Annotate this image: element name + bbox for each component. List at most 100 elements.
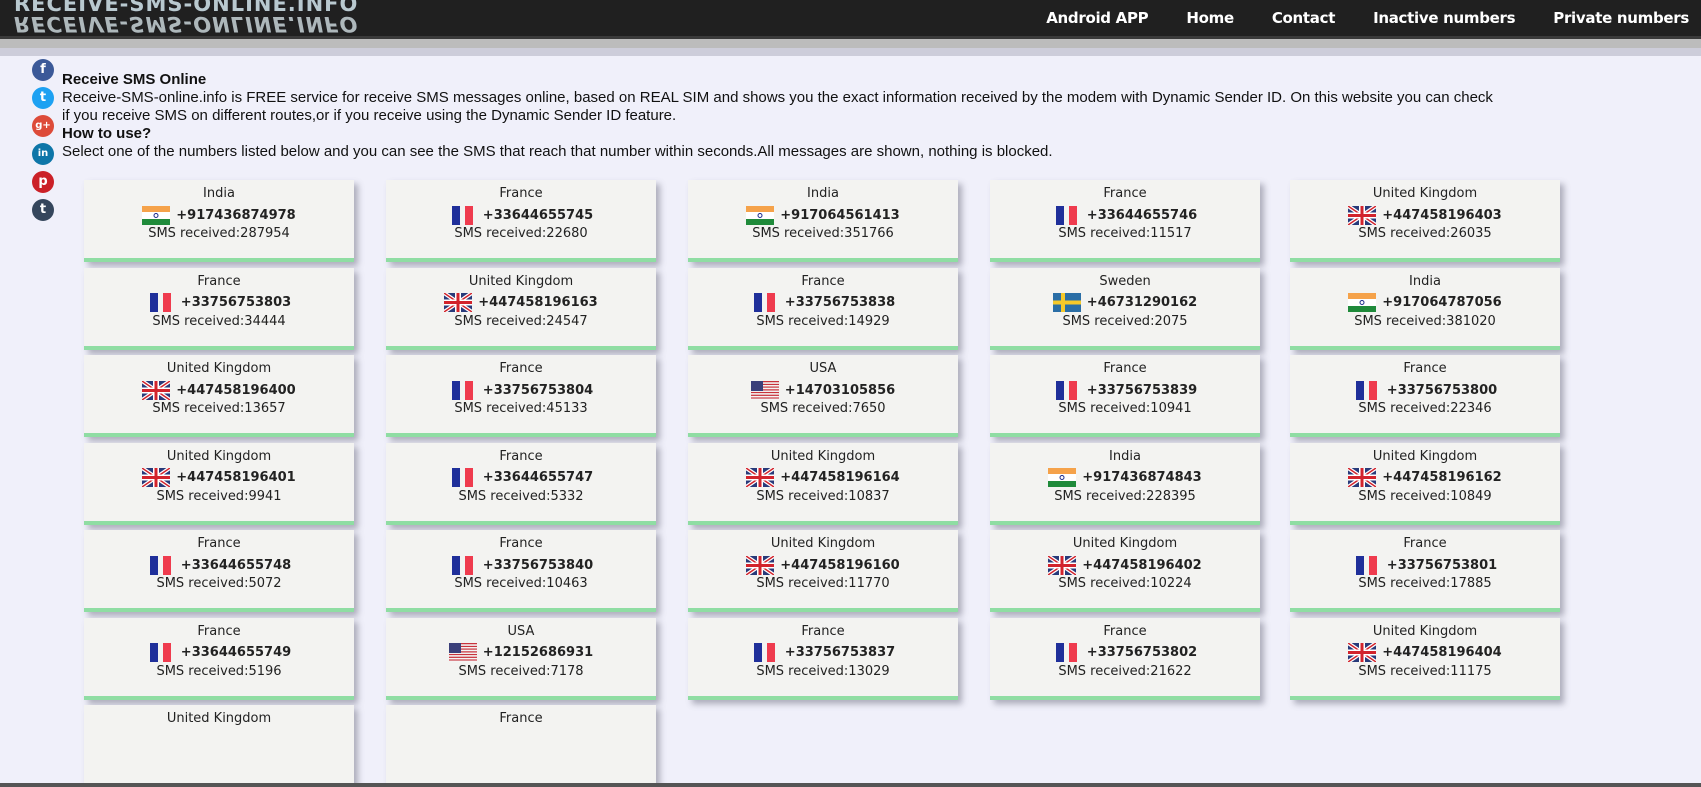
google-plus-icon[interactable]: g+ [32,115,54,137]
phone-number[interactable]: +917436874978 [176,208,295,223]
nav-contact[interactable]: Contact [1272,9,1336,27]
phone-number[interactable]: +33756753802 [1087,645,1197,660]
number-card[interactable]: USA +14703105856 SMS received:7650 [688,355,958,437]
sms-received-count: SMS received:10941 [1058,401,1192,416]
phone-number[interactable]: +33644655746 [1087,208,1197,223]
number-card[interactable]: France +33756753837 SMS received:13029 [688,617,958,700]
phone-number-row: +33644655749 [84,642,354,664]
sms-received-count: SMS received:5196 [156,663,282,679]
phone-number[interactable]: +33756753837 [785,645,895,660]
number-card[interactable]: France +33756753804 SMS received:45133 [386,355,656,437]
phone-number[interactable]: +46731290162 [1087,295,1197,310]
number-card[interactable]: France +33756753839 SMS received:10941 [990,355,1260,437]
number-card[interactable]: United Kingdom [84,705,354,787]
phone-number[interactable]: +447458196404 [1382,645,1501,660]
france-flag-icon [451,205,473,225]
usa-flag-icon [448,643,477,662]
phone-number[interactable]: +447458196403 [1382,208,1501,223]
nav-private-numbers[interactable]: Private numbers [1553,9,1689,27]
number-card[interactable]: Sweden +46731290162 SMS received:2075 [990,267,1260,350]
phone-number[interactable]: +33644655747 [483,470,593,485]
sms-received-count: SMS received:11517 [1058,226,1192,241]
phone-number[interactable]: +33756753840 [483,558,593,573]
number-card[interactable]: United Kingdom +447458196401 SMS received:… [84,442,354,525]
phone-number[interactable]: +917064787056 [1382,295,1501,310]
country-name: France [197,536,241,551]
phone-number[interactable]: +447458196162 [1382,470,1501,485]
number-card[interactable]: France +33644655745 SMS received:22680 [386,180,656,262]
phone-number[interactable]: +33756753804 [483,383,593,398]
nav-android-app[interactable]: Android APP [1046,9,1148,27]
phone-number[interactable]: +14703105856 [785,383,895,398]
phone-number[interactable]: +12152686931 [483,645,593,660]
phone-number-row: +447458196402 [990,554,1260,576]
nav-home[interactable]: Home [1186,9,1234,27]
sms-received-count: SMS received:10463 [454,576,588,591]
number-card[interactable]: France +33756753801 SMS received:17885 [1290,530,1560,612]
phone-number-row: +46731290162 [990,292,1260,314]
site-logo[interactable]: RECEIVE-SMS-ONLINE.INFO RECEIVE-SMS-ONLI… [14,0,358,36]
phone-number[interactable]: +447458196163 [478,295,597,310]
number-card[interactable]: United Kingdom +447458196164 SMS received:… [688,442,958,525]
number-card[interactable]: France +33644655747 SMS received:5332 [386,442,656,525]
phone-number[interactable]: +447458196400 [176,383,295,398]
nav-inactive-numbers[interactable]: Inactive numbers [1373,9,1515,27]
twitter-icon[interactable]: t [32,87,54,109]
phone-number[interactable]: +447458196160 [780,558,899,573]
france-flag-icon [753,643,775,662]
number-card[interactable]: India +917064787056 SMS received:381020 [1290,267,1560,350]
number-card[interactable]: India +917064561413 SMS received:351766 [688,180,958,262]
sms-received-count: SMS received:26035 [1358,226,1492,241]
number-card[interactable]: United Kingdom +447458196162 SMS received:… [1290,442,1560,525]
phone-number[interactable]: +447458196164 [780,470,899,485]
number-card[interactable]: France +33644655746 SMS received:11517 [990,180,1260,262]
number-card[interactable]: United Kingdom +447458196160 SMS received:… [688,530,958,612]
sms-received-count: SMS received:10849 [1358,488,1492,504]
number-card[interactable]: United Kingdom +447458196400 SMS received:… [84,355,354,437]
phone-number[interactable]: +33756753803 [181,295,291,310]
intro-section: Receive SMS Online Receive-SMS-online.in… [62,71,1493,161]
phone-number[interactable]: +33644655748 [181,558,291,573]
phone-number[interactable]: +917064561413 [780,208,899,223]
phone-number[interactable]: +33644655749 [181,645,291,660]
number-card[interactable]: France +33644655749 SMS received:5196 [84,617,354,700]
country-name: France [1403,536,1447,551]
number-card[interactable]: India +917436874843 SMS received:228395 [990,442,1260,525]
number-card[interactable]: France +33756753800 SMS received:22346 [1290,355,1560,437]
pinterest-icon[interactable]: p [32,171,54,193]
tumblr-icon[interactable]: t [32,199,54,221]
number-card[interactable]: United Kingdom +447458196402 SMS received:… [990,530,1260,612]
number-card[interactable]: France +33756753840 SMS received:10463 [386,530,656,612]
phone-number[interactable]: +33756753801 [1387,558,1497,573]
sms-received-count: SMS received:45133 [454,401,588,416]
facebook-icon[interactable]: f [32,59,54,81]
phone-number[interactable]: +33756753800 [1387,383,1497,398]
uk-flag-icon [1348,205,1377,225]
country-name: Sweden [1099,273,1151,289]
sms-received-count: SMS received:7178 [458,663,584,679]
number-card[interactable]: United Kingdom +447458196404 SMS received:… [1290,617,1560,700]
number-card[interactable]: United Kingdom +447458196403 SMS received:… [1290,180,1560,262]
phone-number-row: +33644655747 [386,467,656,489]
phone-number[interactable]: +33756753839 [1087,383,1197,398]
number-card[interactable]: France +33756753802 SMS received:21622 [990,617,1260,700]
number-card[interactable]: France +33756753838 SMS received:14929 [688,267,958,350]
phone-number[interactable]: +33756753838 [785,295,895,310]
number-card[interactable]: France +33644655748 SMS received:5072 [84,530,354,612]
number-card[interactable]: France [386,705,656,787]
phone-number-row: +33756753802 [990,642,1260,664]
linkedin-icon[interactable]: in [32,143,54,165]
phone-number[interactable]: +447458196401 [176,470,295,485]
number-card[interactable]: France +33756753803 SMS received:34444 [84,267,354,350]
number-card[interactable]: India +917436874978 SMS received:287954 [84,180,354,262]
phone-number-row: +447458196164 [688,467,958,489]
phone-number-row: +33756753803 [84,292,354,314]
phone-number-row: +33756753800 [1290,379,1560,401]
number-card[interactable]: USA +12152686931 SMS received:7178 [386,617,656,700]
phone-number-row: +33644655748 [84,554,354,576]
france-flag-icon [149,643,171,662]
number-card[interactable]: United Kingdom +447458196163 SMS received:… [386,267,656,350]
phone-number[interactable]: +447458196402 [1082,558,1201,573]
phone-number[interactable]: +33644655745 [483,208,593,223]
phone-number[interactable]: +917436874843 [1082,470,1201,485]
